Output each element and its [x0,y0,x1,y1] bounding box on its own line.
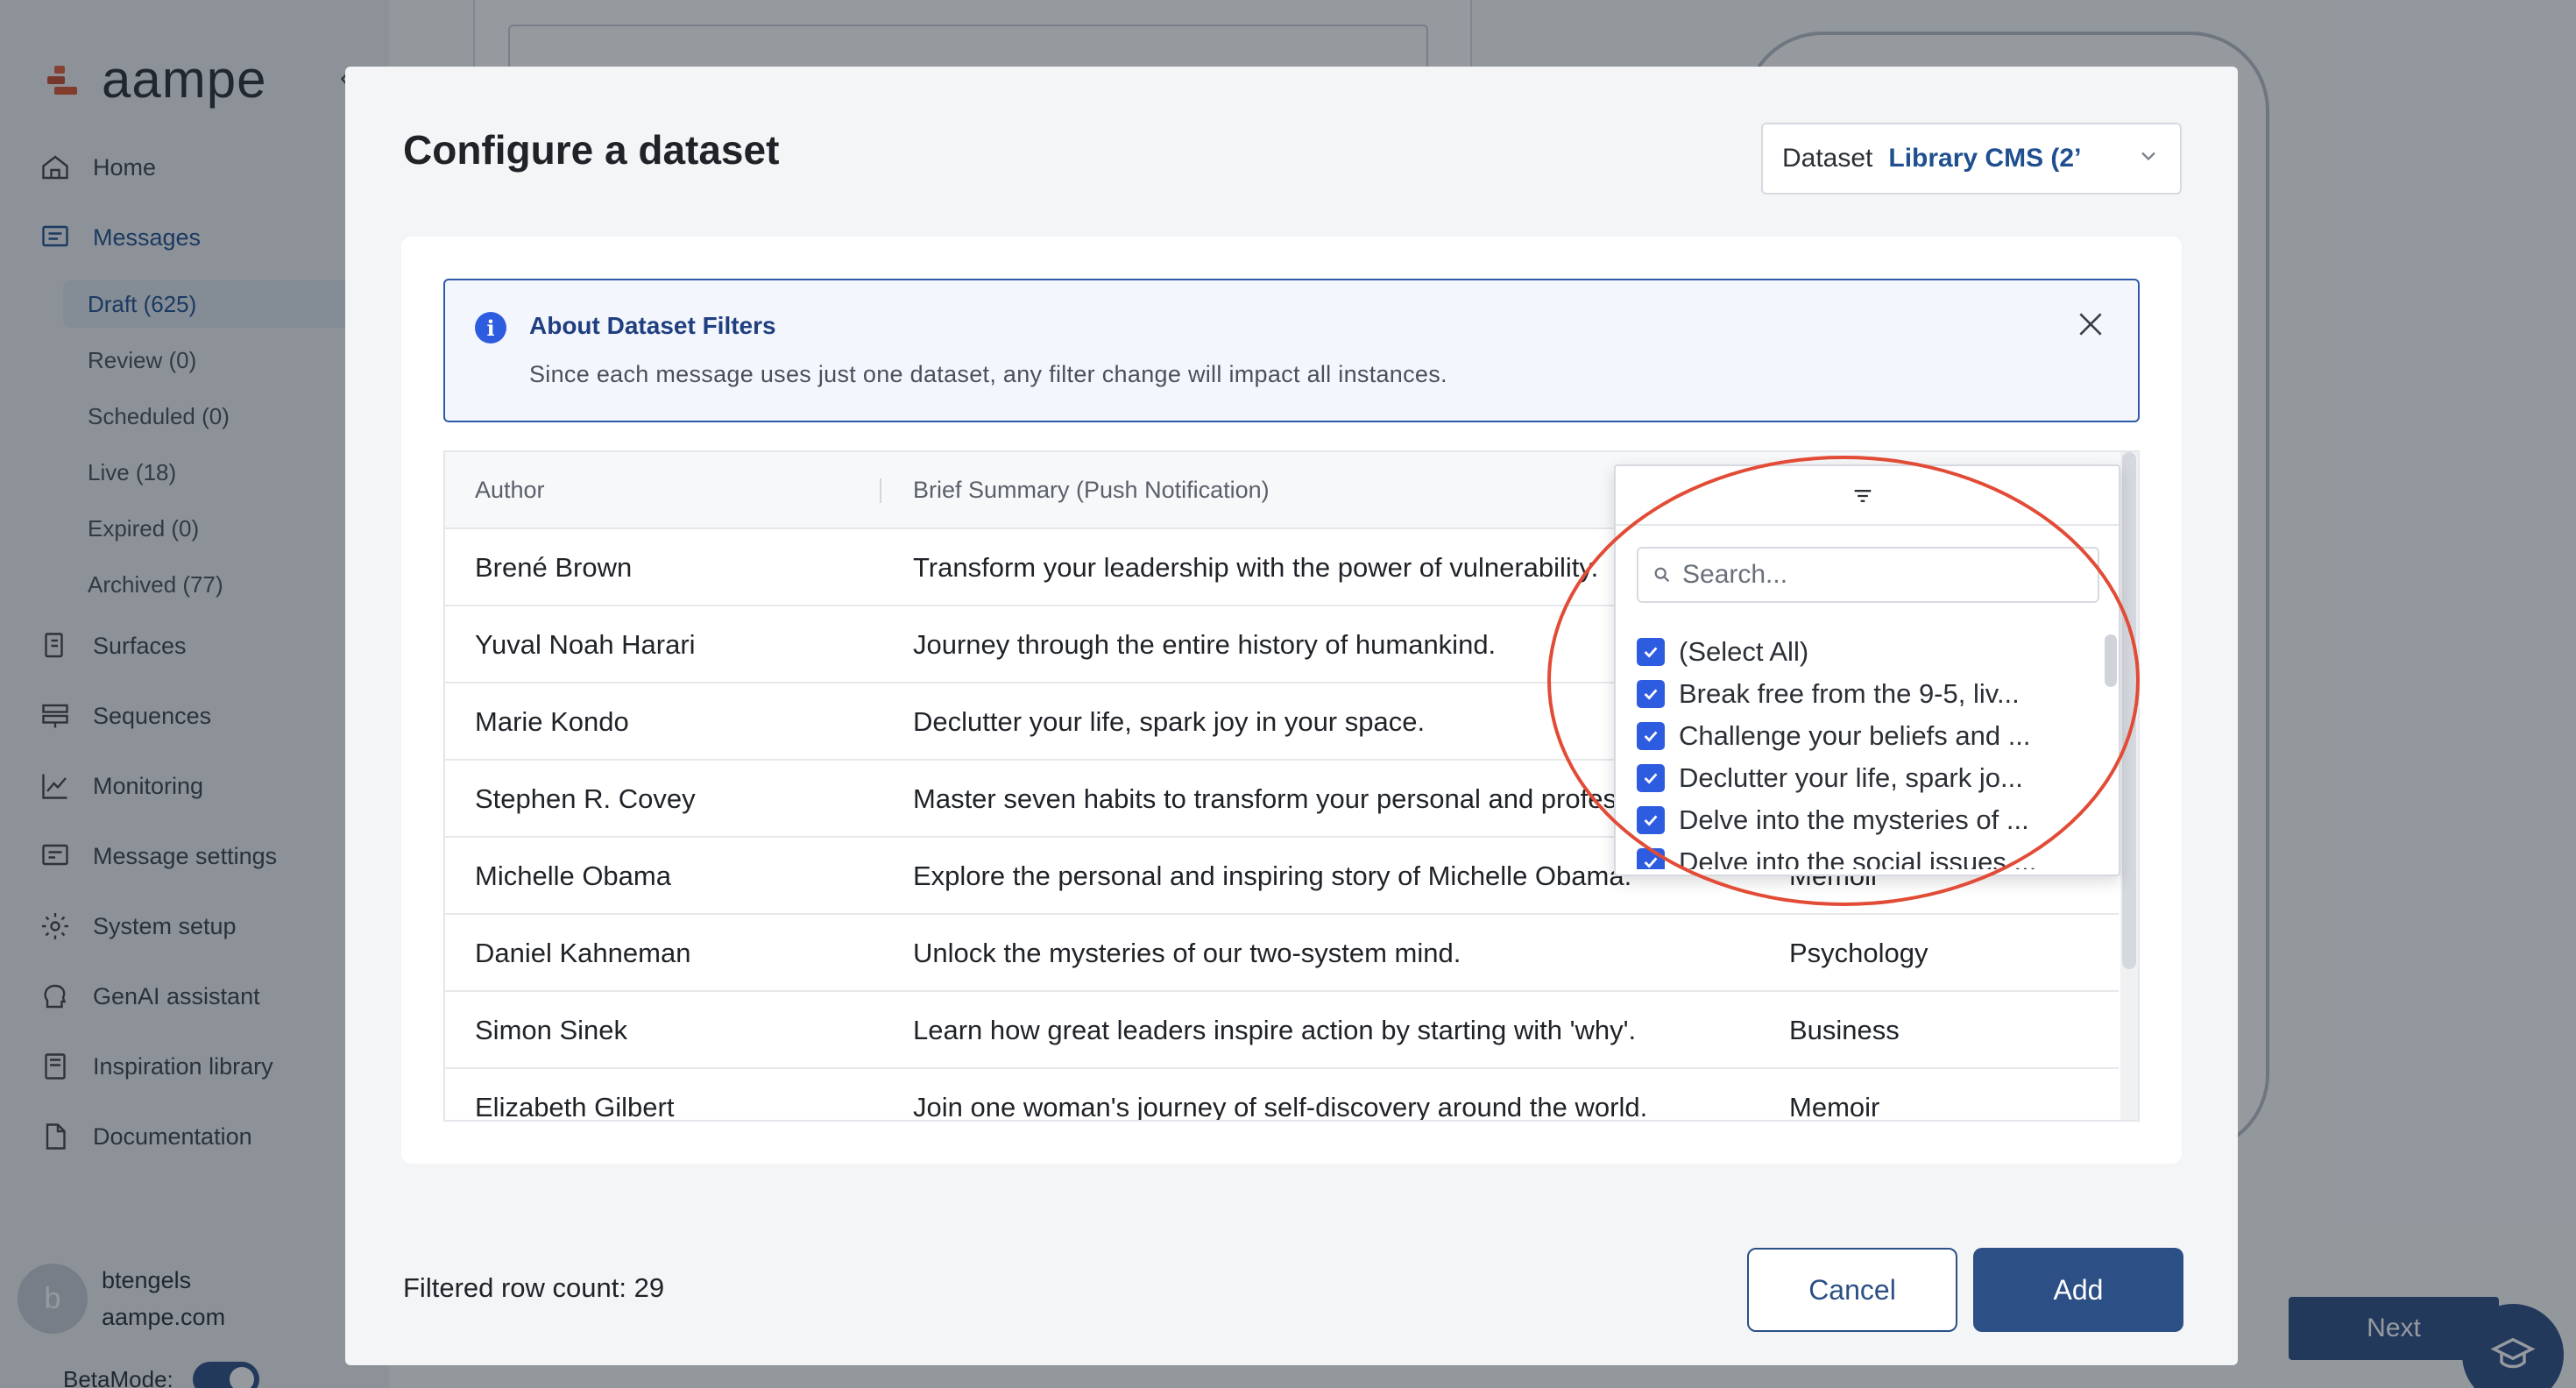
checkbox-checked-icon[interactable] [1637,722,1665,750]
cell-summary: Declutter your life, spark joy in your s… [913,706,1426,737]
column-header-author[interactable]: Author [475,477,545,504]
cell-author: Elizabeth Gilbert [475,1092,675,1122]
column-filter-popup: (Select All) Break free from the 9-5, li… [1614,464,2120,876]
filter-list-scrollbar[interactable] [2105,634,2117,687]
filtered-row-count: Filtered row count: 29 [403,1272,665,1303]
filter-options-list: (Select All) Break free from the 9-5, li… [1616,627,2119,869]
close-icon[interactable] [2073,307,2108,342]
checkbox-checked-icon[interactable] [1637,764,1665,792]
cell-summary: Join one woman's journey of self-discove… [913,1092,1648,1122]
table-row[interactable]: Daniel Kahneman Unlock the mysteries of … [445,915,2119,992]
cell-genre: Memoir [1789,1092,1880,1122]
filter-search-input[interactable] [1682,560,2085,590]
info-icon: i [475,312,506,343]
cell-genre: Business [1789,1015,1900,1045]
cancel-button[interactable]: Cancel [1747,1248,1957,1332]
table-row[interactable]: Simon Sinek Learn how great leaders insp… [445,992,2119,1069]
add-button[interactable]: Add [1973,1248,2183,1332]
filter-option[interactable]: Delve into the mysteries of ... [1637,804,2029,836]
grid-scrollbar-thumb[interactable] [2122,452,2136,969]
dataset-select-value: Library CMS (2’ [1888,144,2082,173]
filter-option-select-all[interactable]: (Select All) [1637,636,1808,668]
column-resize-handle[interactable] [880,478,881,503]
filter-tab[interactable] [1616,466,2119,526]
cell-summary: Transform your leadership with the power… [913,552,1599,583]
modal-title: Configure a dataset [403,127,780,173]
cell-author: Yuval Noah Harari [475,629,696,660]
cell-genre: Psychology [1789,938,1928,968]
chevron-down-icon [2136,144,2161,175]
cell-author: Marie Kondo [475,706,629,737]
filter-option-label: (Select All) [1679,636,1809,667]
filter-option-label: Delve into the mysteries of ... [1679,804,2029,835]
checkbox-checked-icon[interactable] [1637,848,1665,869]
cell-author: Brené Brown [475,552,633,583]
filter-option-label: Declutter your life, spark jo... [1679,762,2023,793]
info-banner: i About Dataset Filters Since each messa… [443,279,2140,422]
grid-scrollbar[interactable] [2120,452,2138,1120]
info-text: Since each message uses just one dataset… [529,361,1447,387]
cell-summary: Explore the personal and inspiring story… [913,860,1632,891]
filter-option-label: Delve into the social issues ... [1679,846,2037,869]
checkbox-checked-icon[interactable] [1637,680,1665,708]
search-icon [1654,567,1670,583]
cell-summary: Unlock the mysteries of our two-system m… [913,938,1461,968]
cell-author: Daniel Kahneman [475,938,691,968]
filter-option-label: Challenge your beliefs and ... [1679,720,2031,751]
cell-author: Michelle Obama [475,860,671,891]
cell-summary: Learn how great leaders inspire action b… [913,1015,1637,1045]
info-title: About Dataset Filters [529,312,776,339]
filter-option[interactable]: Break free from the 9-5, liv... [1637,678,2020,710]
filter-option[interactable]: Challenge your beliefs and ... [1637,720,2031,752]
column-header-summary[interactable]: Brief Summary (Push Notification) [913,477,1270,504]
table-row[interactable]: Elizabeth Gilbert Join one woman's journ… [445,1069,2119,1122]
filter-option-label: Break free from the 9-5, liv... [1679,678,2020,709]
cell-author: Stephen R. Covey [475,783,696,814]
filter-search [1637,547,2099,603]
dataset-select[interactable]: Dataset Library CMS (2’ [1761,123,2182,195]
filter-option[interactable]: Declutter your life, spark jo... [1637,762,2023,794]
dataset-select-label: Dataset [1782,144,1873,173]
cell-summary: Journey through the entire history of hu… [913,629,1497,660]
checkbox-checked-icon[interactable] [1637,638,1665,666]
checkbox-checked-icon[interactable] [1637,806,1665,834]
cell-author: Simon Sinek [475,1015,628,1045]
filter-option[interactable]: Delve into the social issues ... [1637,846,2036,869]
